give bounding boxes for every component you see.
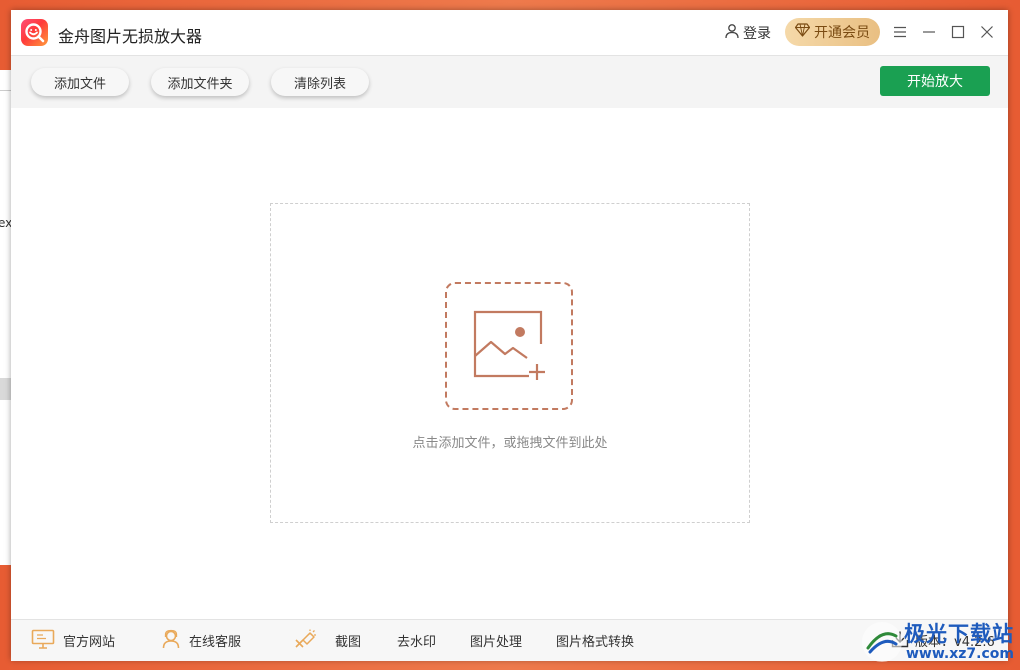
user-icon: [724, 23, 740, 43]
title-bar[interactable]: 金舟图片无损放大器 登录 开通会员: [11, 10, 1008, 55]
vip-label: 开通会员: [814, 25, 870, 41]
site-watermark: 极光下载站 www.xz7.com: [862, 618, 1017, 668]
remove-watermark-link[interactable]: 去水印: [397, 620, 436, 661]
diamond-icon: [794, 23, 811, 41]
drop-zone[interactable]: 点击添加文件，或拖拽文件到此处: [270, 203, 750, 523]
login-button[interactable]: 登录: [724, 23, 771, 43]
customer-service-icon: [161, 629, 181, 653]
add-folder-button[interactable]: 添加文件夹: [151, 68, 249, 96]
watermark-url: www.xz7.com: [906, 646, 1014, 662]
online-support-label: 在线客服: [189, 635, 242, 650]
online-support-link[interactable]: 在线客服: [161, 620, 241, 661]
watermark-logo-icon: [862, 622, 902, 662]
screenshot-label: 截图: [335, 635, 362, 650]
watermark-title: 极光下载站: [904, 622, 1014, 646]
login-label: 登录: [743, 26, 771, 42]
screenshot-tool-link[interactable]: 截图: [293, 620, 361, 661]
app-title: 金舟图片无损放大器: [58, 27, 203, 46]
file-list-area: 点击添加文件，或拖拽文件到此处: [11, 108, 1008, 618]
add-image-icon[interactable]: [445, 282, 573, 410]
start-enlarge-button[interactable]: 开始放大: [880, 66, 990, 96]
image-process-link[interactable]: 图片处理: [470, 620, 522, 661]
footer-bar: 官方网站 在线客服 截图 去水印 图片处理 图片格式转换 版本：v4.2.6: [11, 619, 1008, 661]
menu-icon[interactable]: [890, 22, 910, 42]
maximize-icon[interactable]: [948, 22, 968, 42]
add-file-button[interactable]: 添加文件: [31, 68, 129, 96]
app-window: 金舟图片无损放大器 登录 开通会员 添加文件 添加文件夹 清除列表 开始放大 点…: [11, 10, 1008, 661]
minimize-icon[interactable]: [919, 22, 939, 42]
format-convert-link[interactable]: 图片格式转换: [556, 620, 634, 661]
vip-button[interactable]: 开通会员: [785, 18, 880, 46]
close-icon[interactable]: [977, 22, 997, 42]
screenshot-icon: [293, 629, 317, 653]
official-website-label: 官方网站: [63, 635, 116, 650]
official-website-link[interactable]: 官方网站: [31, 620, 115, 661]
app-logo-icon: [21, 19, 48, 46]
drop-hint-text: 点击添加文件，或拖拽文件到此处: [412, 436, 608, 451]
clear-list-button[interactable]: 清除列表: [271, 68, 369, 96]
toolbar: 添加文件 添加文件夹 清除列表 开始放大: [11, 55, 1008, 109]
monitor-icon: [31, 629, 55, 653]
